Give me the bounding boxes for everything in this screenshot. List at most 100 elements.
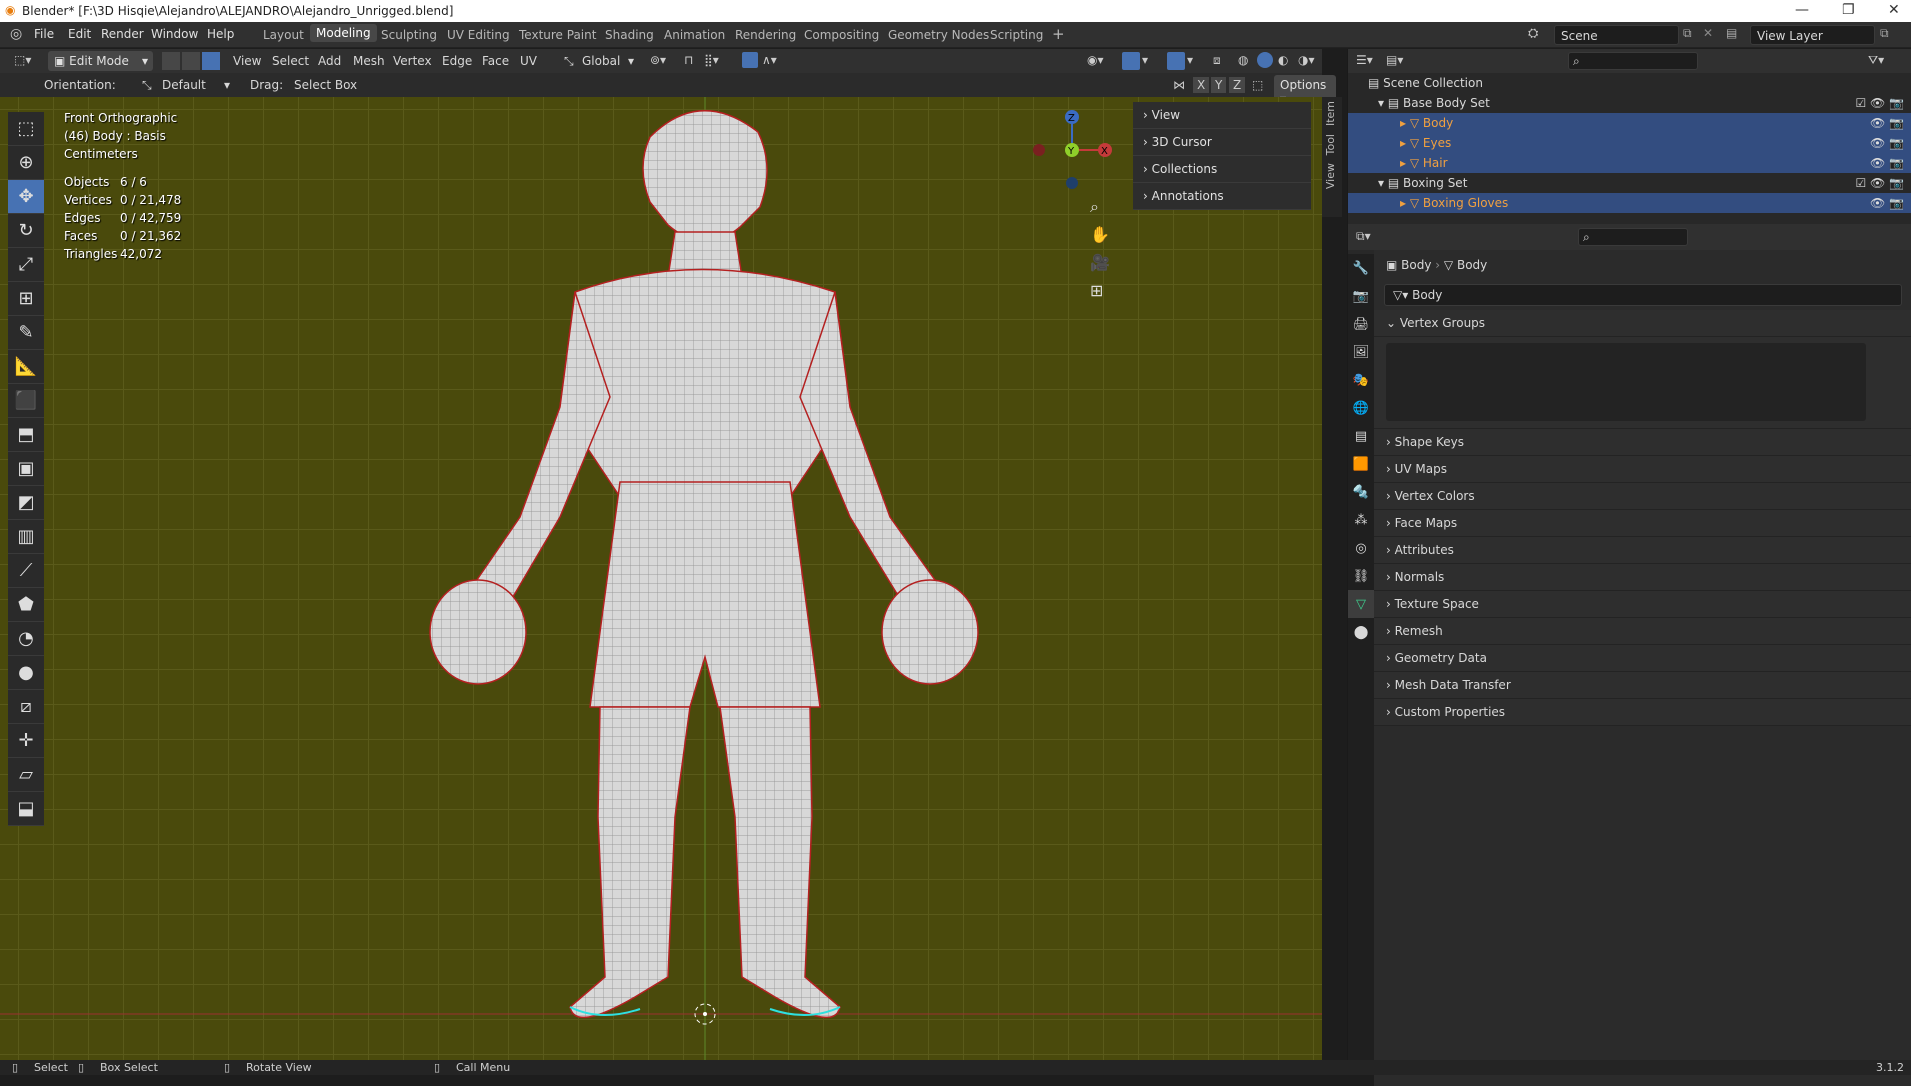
add-cube-tool-icon[interactable]: ⬛ — [8, 384, 44, 418]
panel-geometry-data[interactable]: › Geometry Data — [1374, 645, 1911, 672]
header-menu-uv[interactable]: UV — [520, 54, 537, 68]
cursor-tool-icon[interactable]: ⊕ — [8, 146, 44, 180]
panel-custom-properties[interactable]: › Custom Properties — [1374, 699, 1911, 726]
outliner-row-boxing-gloves[interactable]: ▸ ▽ Boxing Gloves 👁 📷 — [1348, 193, 1911, 213]
ortho-grid-icon[interactable]: ⊞ — [1090, 281, 1103, 300]
outliner-scene-collection[interactable]: ▤ Scene Collection — [1348, 73, 1911, 93]
panel-vertex-groups[interactable]: ⌄ Vertex Groups — [1374, 310, 1911, 337]
physics-tab-icon[interactable]: ◎ — [1348, 534, 1374, 562]
npanel-3d-cursor[interactable]: › 3D Cursor — [1133, 129, 1311, 156]
orientation-selector[interactable]: ⤡ Default ▾ — [140, 75, 235, 95]
loop-cut-tool-icon[interactable]: ▥ — [8, 520, 44, 554]
output-tab-icon[interactable]: 🖨 — [1348, 310, 1374, 338]
view-layer-tab-icon[interactable]: 🖼 — [1348, 338, 1374, 366]
falloff-icon[interactable]: ∧▾ — [762, 53, 777, 67]
mirror-icon[interactable]: ⋈ — [1173, 78, 1185, 92]
visibility-icon[interactable]: 👁 📷 — [1870, 136, 1904, 150]
mirror-y-toggle[interactable]: Y — [1211, 77, 1227, 93]
vertex-groups-list[interactable] — [1374, 337, 1911, 429]
panel-remesh[interactable]: › Remesh — [1374, 618, 1911, 645]
mirror-z-toggle[interactable]: Z — [1229, 77, 1246, 93]
overlay-toggle-icon[interactable] — [1167, 52, 1185, 70]
new-view-layer-icon[interactable]: ⧉ — [1880, 26, 1889, 41]
transform-orientation-selector[interactable]: ⤡ Global ▾ — [562, 51, 640, 71]
header-menu-view[interactable]: View — [233, 54, 261, 68]
menu-window[interactable]: Window — [151, 27, 198, 41]
scene-selector[interactable]: Scene — [1554, 25, 1679, 45]
constraints-tab-icon[interactable]: ⛓ — [1348, 562, 1374, 590]
tab-shading[interactable]: Shading — [605, 28, 654, 42]
3d-viewport[interactable]: ⬚ ⊕ ✥ ↻ ⤢ ⊞ ✎ 📐 ⬛ ⬒ ▣ ◩ ▥ ⟋ ⬟ ◔ ● ⧄ ✛ ▱ … — [0, 97, 1322, 1060]
snap-target-icon[interactable]: ⣿▾ — [704, 53, 719, 67]
properties-search[interactable]: ⌕ — [1578, 228, 1688, 246]
wireframe-shading-icon[interactable]: ◍ — [1238, 53, 1248, 67]
zoom-icon[interactable]: ⌕ — [1090, 197, 1099, 217]
visibility-icon[interactable]: ◉▾ — [1087, 53, 1104, 67]
view-layer-icon[interactable]: ▤ — [1726, 26, 1737, 40]
properties-editor-icon[interactable]: ⧉▾ — [1356, 229, 1371, 244]
tab-sculpting[interactable]: Sculpting — [381, 28, 437, 42]
scene-tab-icon[interactable]: 🎭 — [1348, 366, 1374, 394]
sidebar-tab-view[interactable]: View — [1322, 159, 1339, 193]
chevron-down-icon[interactable]: ▾ — [1187, 53, 1193, 67]
face-select-icon[interactable] — [202, 52, 220, 70]
tab-texture-paint[interactable]: Texture Paint — [519, 28, 596, 42]
tab-geometry-nodes[interactable]: Geometry Nodes — [888, 28, 989, 42]
close-icon[interactable]: ✕ — [1888, 2, 1900, 18]
material-tab-icon[interactable]: ⬤ — [1348, 618, 1374, 646]
particles-tab-icon[interactable]: ⁂ — [1348, 506, 1374, 534]
view-layer-selector[interactable]: View Layer — [1750, 25, 1875, 45]
maximize-icon[interactable]: ❐ — [1842, 2, 1855, 18]
npanel-view[interactable]: › View — [1133, 102, 1311, 129]
scene-icon[interactable]: ⛭ — [1528, 26, 1538, 41]
tab-scripting[interactable]: Scripting — [990, 28, 1043, 42]
sidebar-tab-item[interactable]: Item — [1322, 97, 1339, 130]
panel-shape-keys[interactable]: › Shape Keys — [1374, 429, 1911, 456]
header-menu-select[interactable]: Select — [272, 54, 309, 68]
sidebar-tab-tool[interactable]: Tool — [1322, 130, 1339, 159]
tab-animation[interactable]: Animation — [664, 28, 725, 42]
tab-compositing[interactable]: Compositing — [804, 28, 879, 42]
menu-render[interactable]: Render — [101, 27, 144, 41]
tab-uv-editing[interactable]: UV Editing — [447, 28, 510, 42]
add-workspace-button[interactable]: + — [1052, 25, 1065, 43]
outliner-editor-icon[interactable]: ☰▾ — [1356, 53, 1373, 67]
rip-tool-icon[interactable]: ⬓ — [8, 792, 44, 826]
tab-rendering[interactable]: Rendering — [735, 28, 796, 42]
pan-hand-icon[interactable]: ✋ — [1090, 225, 1110, 244]
vertex-groups-listbox[interactable] — [1386, 343, 1866, 421]
header-menu-vertex[interactable]: Vertex — [393, 54, 432, 68]
mirror-x-toggle[interactable]: X — [1193, 77, 1210, 93]
header-menu-add[interactable]: Add — [318, 54, 341, 68]
visibility-icon[interactable]: ☑ 👁 📷 — [1855, 176, 1904, 190]
outliner-row-eyes[interactable]: ▸ ▽ Eyes 👁 📷 — [1348, 133, 1911, 153]
tool-tab-icon[interactable]: 🔧 — [1348, 254, 1374, 282]
blender-menu-icon[interactable]: ◎ — [10, 26, 22, 42]
outliner-row-boxing-set[interactable]: ▾ ▤ Boxing Set ☑ 👁 📷 — [1348, 173, 1911, 193]
mesh-data-tab-icon[interactable]: ▽ — [1348, 590, 1374, 618]
smooth-tool-icon[interactable]: ● — [8, 656, 44, 690]
edge-select-icon[interactable] — [182, 52, 200, 70]
pivot-point-icon[interactable]: ⊚▾ — [650, 53, 666, 67]
edge-slide-tool-icon[interactable]: ⧄ — [8, 690, 44, 724]
tab-layout[interactable]: Layout — [263, 28, 304, 42]
menu-edit[interactable]: Edit — [68, 27, 91, 41]
auto-merge-icon[interactable]: ⬚ — [1252, 78, 1263, 92]
snap-icon[interactable]: ⊓ — [684, 53, 693, 67]
collection-tab-icon[interactable]: ▤ — [1348, 422, 1374, 450]
modifier-tab-icon[interactable]: 🔩 — [1348, 478, 1374, 506]
minimize-icon[interactable]: — — [1795, 2, 1809, 18]
vertex-select-icon[interactable] — [162, 52, 180, 70]
scale-tool-icon[interactable]: ⤢ — [8, 248, 44, 282]
datablock-name-field[interactable]: ▽▾ Body — [1384, 284, 1902, 306]
object-tab-icon[interactable]: 🟧 — [1348, 450, 1374, 478]
outliner-row-hair[interactable]: ▸ ▽ Hair 👁 📷 — [1348, 153, 1911, 173]
panel-texture-space[interactable]: › Texture Space — [1374, 591, 1911, 618]
shrink-fatten-tool-icon[interactable]: ✛ — [8, 724, 44, 758]
panel-uv-maps[interactable]: › UV Maps — [1374, 456, 1911, 483]
panel-face-maps[interactable]: › Face Maps — [1374, 510, 1911, 537]
panel-attributes[interactable]: › Attributes — [1374, 537, 1911, 564]
rotate-tool-icon[interactable]: ↻ — [8, 214, 44, 248]
xray-icon[interactable]: ⧈ — [1213, 53, 1221, 68]
visibility-icon[interactable]: 👁 📷 — [1870, 156, 1904, 170]
